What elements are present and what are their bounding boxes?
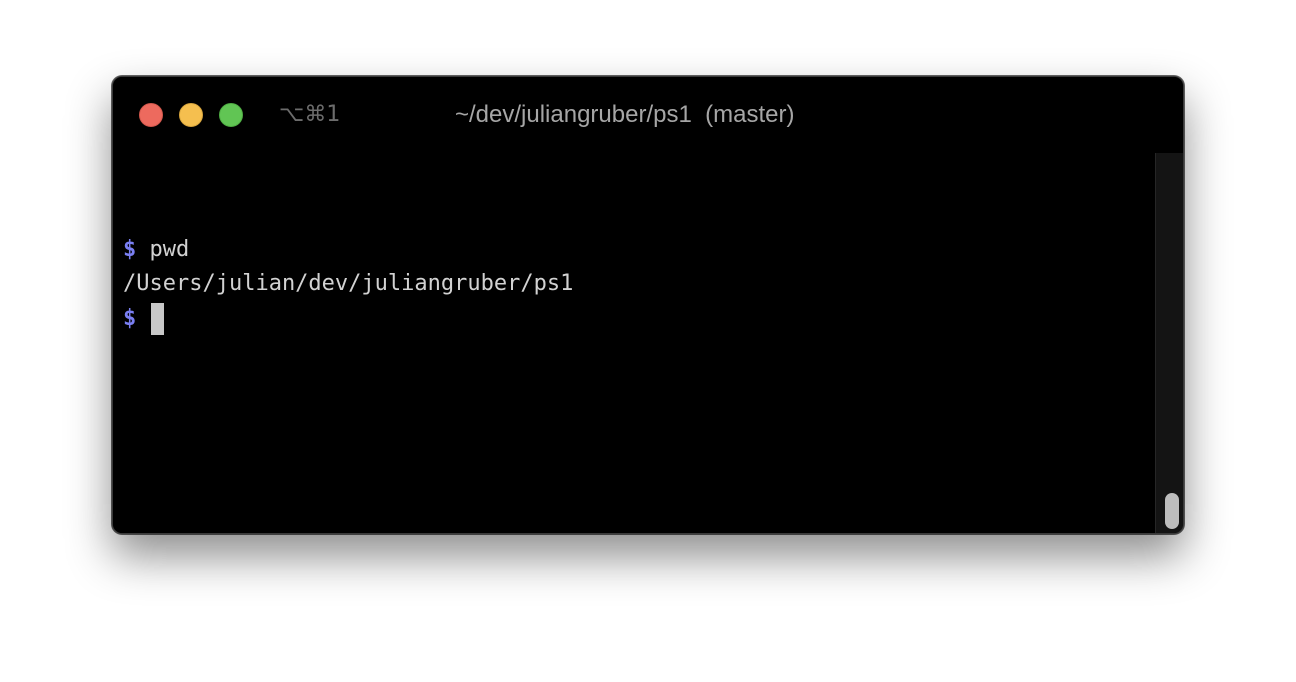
terminal-line: $ pwd: [123, 235, 189, 265]
prompt-symbol: $: [123, 306, 137, 331]
terminal-output[interactable]: $ pwd /Users/julian/dev/juliangruber/ps1…: [113, 153, 1155, 533]
text-cursor[interactable]: [150, 303, 164, 335]
output-text: /Users/julian/dev/juliangruber/ps1: [123, 271, 574, 296]
vertical-scrollbar[interactable]: [1155, 153, 1183, 533]
minimize-button[interactable]: [179, 103, 203, 127]
scrollbar-thumb[interactable]: [1165, 493, 1179, 529]
terminal-line: $: [123, 303, 164, 335]
terminal-window: ⌥⌘1 ~/dev/juliangruber/ps1 (master) $ pw…: [112, 76, 1184, 534]
tab-shortcut-label: ⌥⌘1: [279, 102, 341, 127]
window-title: ~/dev/juliangruber/ps1 (master): [455, 101, 795, 128]
zoom-button[interactable]: [219, 103, 243, 127]
terminal-line: /Users/julian/dev/juliangruber/ps1: [123, 269, 573, 299]
title-bar[interactable]: ⌥⌘1 ~/dev/juliangruber/ps1 (master): [113, 77, 1183, 153]
prompt-symbol: $: [123, 237, 137, 262]
close-button[interactable]: [139, 103, 163, 127]
command-text: pwd: [149, 237, 190, 262]
